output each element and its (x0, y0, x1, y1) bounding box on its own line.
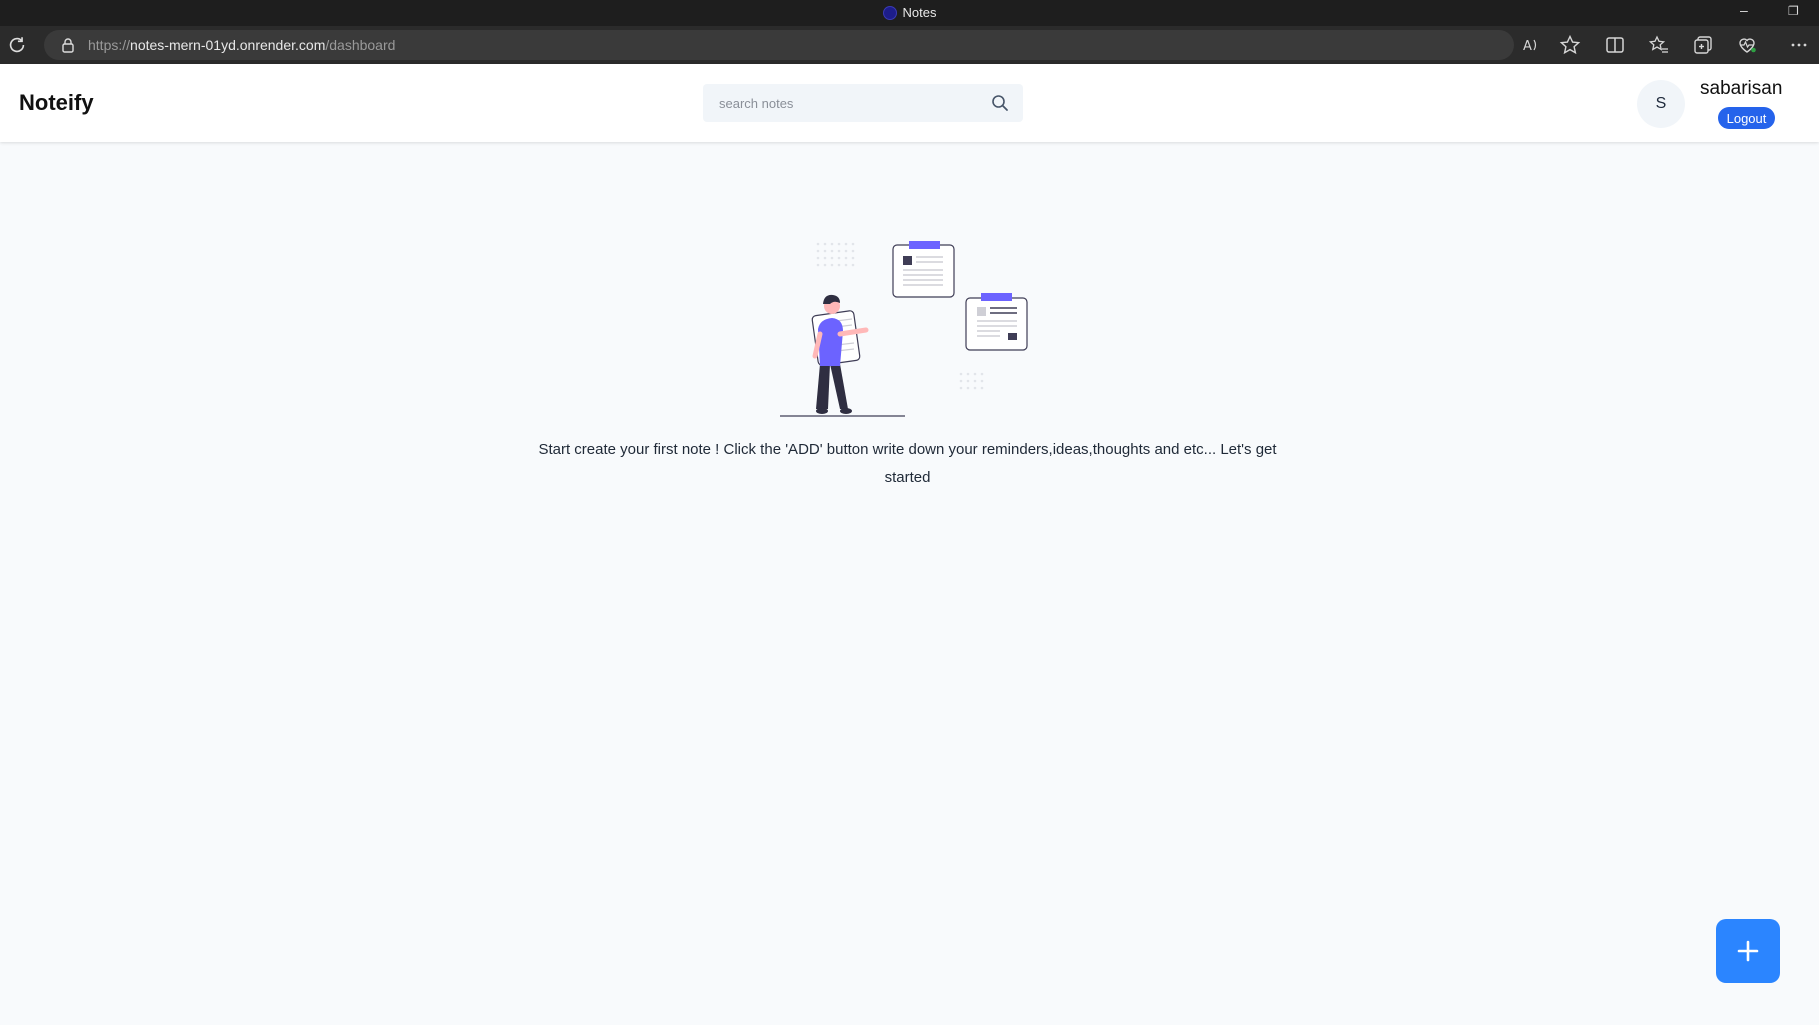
add-note-button[interactable] (1716, 919, 1780, 983)
empty-state-message: Start create your first note ! Click the… (538, 441, 1277, 486)
search-icon[interactable] (991, 94, 1009, 112)
address-bar[interactable]: https://notes-mern-01yd.onrender.com/das… (44, 30, 1514, 60)
app-navbar: Noteify S sabarisan Logout (0, 64, 1819, 142)
plus-icon (1737, 940, 1759, 962)
favorites-icon[interactable] (1648, 34, 1670, 56)
read-aloud-icon[interactable]: A (1520, 34, 1542, 56)
url-text[interactable]: https://notes-mern-01yd.onrender.com/das… (88, 37, 395, 53)
url-path: /dashboard (325, 37, 396, 53)
restore-icon[interactable]: ❐ (1788, 4, 1799, 18)
reload-icon[interactable] (6, 34, 28, 56)
browser-essentials-icon[interactable] (1736, 34, 1758, 56)
url-host: notes-mern-01yd.onrender.com (130, 37, 326, 53)
window-title-text: Notes (902, 5, 937, 20)
url-scheme: https:// (88, 37, 131, 53)
brand-logo[interactable]: Noteify (19, 90, 94, 116)
lock-icon[interactable] (60, 37, 76, 53)
collections-icon[interactable] (1692, 34, 1714, 56)
window-titlebar: Notes – ❐ (0, 0, 1819, 26)
username: sabarisan (1700, 78, 1783, 99)
logout-button[interactable]: Logout (1718, 107, 1775, 129)
window-title: Notes (882, 5, 937, 20)
browser-toolbar: https://notes-mern-01yd.onrender.com/das… (0, 26, 1819, 64)
favicon-icon (882, 5, 897, 20)
svg-text:A: A (1523, 39, 1532, 54)
favorite-star-icon[interactable] (1559, 34, 1581, 56)
search-bar (703, 84, 1023, 122)
avatar: S (1637, 80, 1685, 128)
more-menu-icon[interactable] (1788, 34, 1810, 56)
search-input[interactable] (719, 95, 979, 111)
page-content: Noteify S sabarisan Logout (0, 64, 1819, 1025)
empty-notes-illustration (780, 241, 1028, 417)
split-screen-icon[interactable] (1604, 34, 1626, 56)
minimize-icon[interactable]: – (1740, 2, 1748, 18)
